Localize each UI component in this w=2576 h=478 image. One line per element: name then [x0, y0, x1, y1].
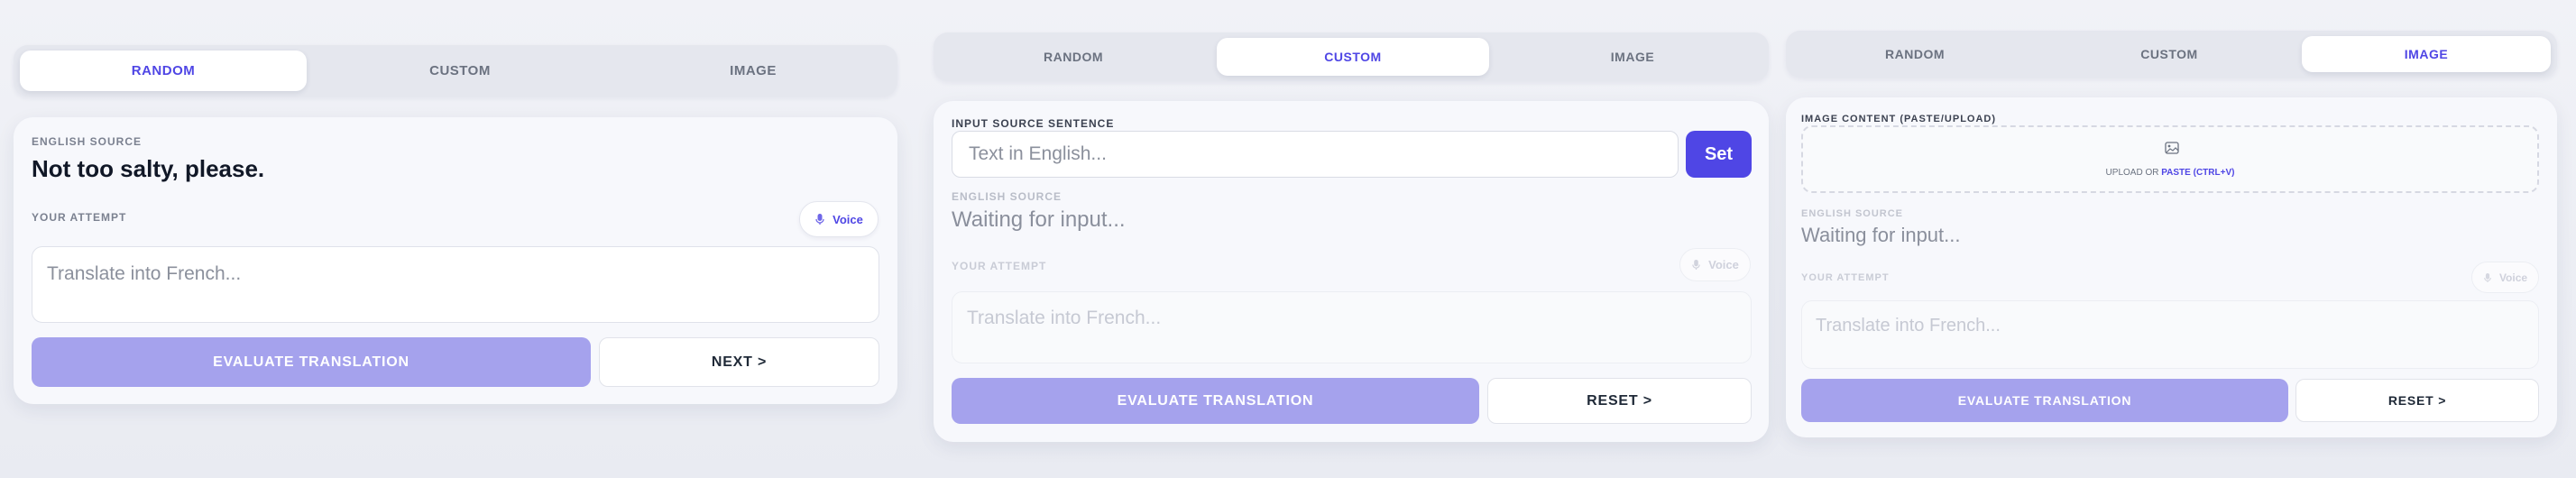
- tab-random[interactable]: RANDOM: [1793, 36, 2037, 72]
- attempt-placeholder: Translate into French...: [967, 308, 1162, 328]
- source-input-placeholder: Text in English...: [969, 143, 1107, 164]
- tab-image[interactable]: IMAGE: [613, 51, 893, 91]
- evaluate-translation-button[interactable]: EVALUATE TRANSLATION: [952, 378, 1479, 424]
- next-button[interactable]: NEXT >: [599, 337, 879, 387]
- upload-instruction: UPLOAD OR PASTE (CTRL+V): [1803, 168, 2537, 178]
- english-source-label: ENGLISH SOURCE: [32, 135, 143, 148]
- your-attempt-label: YOUR ATTEMPT: [952, 260, 1047, 272]
- microphone-icon: [2484, 272, 2491, 282]
- microphone-icon: [815, 214, 824, 225]
- english-source-text: Waiting for input...: [1801, 224, 1961, 246]
- tab-random[interactable]: RANDOM: [943, 38, 1204, 76]
- translation-card: INPUT SOURCE SENTENCE Text in English...…: [934, 101, 1769, 442]
- attempt-textarea[interactable]: Translate into French...: [32, 246, 879, 323]
- voice-button-label: Voice: [833, 212, 863, 226]
- mode-tab-bar: RANDOM CUSTOM IMAGE: [1786, 31, 2557, 78]
- voice-button[interactable]: Voice: [2471, 262, 2539, 293]
- set-button[interactable]: Set: [1686, 131, 1752, 178]
- english-source-text: Not too salty, please.: [32, 155, 265, 182]
- translation-card: ENGLISH SOURCE Not too salty, please. YO…: [14, 117, 897, 404]
- microphone-icon: [1692, 260, 1700, 270]
- tab-custom[interactable]: CUSTOM: [1217, 38, 1489, 76]
- translation-card: IMAGE CONTENT (PASTE/UPLOAD) UPLOAD OR P…: [1786, 97, 2557, 437]
- attempt-placeholder: Translate into French...: [47, 263, 242, 284]
- tab-image[interactable]: IMAGE: [1502, 38, 1763, 76]
- tab-custom[interactable]: CUSTOM: [2047, 36, 2291, 72]
- mode-tab-bar: RANDOM CUSTOM IMAGE: [934, 32, 1769, 81]
- your-attempt-label: YOUR ATTEMPT: [1801, 272, 1890, 283]
- image-dropzone[interactable]: UPLOAD OR PASTE (CTRL+V): [1801, 125, 2539, 193]
- image-content-label: IMAGE CONTENT (PASTE/UPLOAD): [1801, 114, 1997, 124]
- tab-image[interactable]: IMAGE: [2302, 36, 2551, 72]
- voice-button[interactable]: Voice: [799, 201, 879, 237]
- english-source-label: ENGLISH SOURCE: [952, 190, 1063, 203]
- english-source-label: ENGLISH SOURCE: [1801, 208, 1904, 219]
- image-icon: [2165, 142, 2179, 154]
- attempt-textarea[interactable]: Translate into French...: [952, 291, 1752, 363]
- attempt-textarea[interactable]: Translate into French...: [1801, 300, 2539, 369]
- tab-custom[interactable]: CUSTOM: [320, 51, 600, 91]
- voice-button-label: Voice: [1708, 258, 1739, 271]
- paste-link[interactable]: PASTE (CTRL+V): [2161, 168, 2234, 178]
- input-source-label: INPUT SOURCE SENTENCE: [952, 117, 1115, 130]
- reset-button[interactable]: RESET >: [1487, 378, 1752, 424]
- attempt-placeholder: Translate into French...: [1816, 316, 2001, 336]
- upload-prefix: UPLOAD OR: [2105, 168, 2159, 178]
- tab-random[interactable]: RANDOM: [20, 51, 307, 91]
- evaluate-translation-button[interactable]: EVALUATE TRANSLATION: [32, 337, 591, 387]
- mode-tab-bar: RANDOM CUSTOM IMAGE: [14, 45, 897, 97]
- evaluate-translation-button[interactable]: EVALUATE TRANSLATION: [1801, 379, 2288, 422]
- english-source-text: Waiting for input...: [952, 207, 1126, 232]
- your-attempt-label: YOUR ATTEMPT: [32, 211, 127, 224]
- voice-button[interactable]: Voice: [1679, 248, 1751, 281]
- reset-button[interactable]: RESET >: [2295, 379, 2539, 422]
- source-sentence-input[interactable]: Text in English...: [952, 131, 1679, 178]
- voice-button-label: Voice: [2498, 271, 2528, 284]
